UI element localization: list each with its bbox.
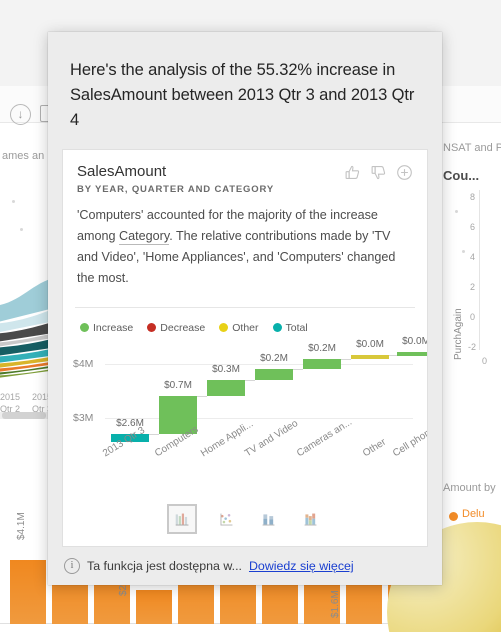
y-tick-3m: $3M <box>73 411 94 424</box>
waterfall-chart-icon[interactable] <box>167 504 197 534</box>
thumbs-up-icon[interactable] <box>344 164 361 181</box>
card-body-text: 'Computers' accounted for the majority o… <box>63 195 427 289</box>
legend-swatch-total <box>272 323 282 333</box>
bar-home-appliances[interactable] <box>207 379 245 396</box>
bg-label-purchagain: PurchAgain <box>453 308 464 360</box>
legend-label-decrease: Decrease <box>160 321 206 334</box>
insight-card: SalesAmount BY YEAR, QUARTER AND CATEGOR… <box>62 149 428 547</box>
scatter-chart-icon[interactable] <box>213 506 239 532</box>
card-title-group: SalesAmount BY YEAR, QUARTER AND CATEGOR… <box>77 162 344 195</box>
bg-ytick-8: 8 <box>470 192 476 202</box>
visual-type-switcher <box>63 500 427 546</box>
bg-ytick-neg2: -2 <box>468 342 477 352</box>
bg-ytick-2: 2 <box>470 282 476 292</box>
bar-cell-phones[interactable] <box>397 351 427 356</box>
x-label-cameras-and: Cameras an... <box>295 416 355 460</box>
bar-tv-and-video[interactable] <box>255 368 293 380</box>
bar-label-cameras-and: $0.2M <box>308 342 336 354</box>
stacked-area-chart-icon[interactable] <box>297 506 323 532</box>
bg-label-deluxe: Delu <box>462 508 485 520</box>
bar-label-cell-phones: $0.0M <box>402 335 428 347</box>
bar-label-other: $0.0M <box>356 338 384 350</box>
card-actions <box>344 162 413 181</box>
column-chart-icon[interactable] <box>255 506 281 532</box>
bg-ytick-4: 4 <box>470 252 476 262</box>
waterfall-chart: $4M $3M $2.6M $0.7M $0.3M $0.2M $0.2M $0… <box>73 336 427 500</box>
bg-label-names: ames an <box>2 150 45 162</box>
legend-item-increase[interactable]: Increase <box>80 322 133 334</box>
x-label-cell-phones: Cell phones <box>391 421 428 460</box>
legend-item-decrease[interactable]: Decrease <box>147 322 205 334</box>
legend-label-total: Total <box>285 321 308 334</box>
bar-label-home-appliances: $0.3M <box>212 363 240 375</box>
bg-ytick-6: 6 <box>470 222 476 232</box>
bg-rotated-value-label: $4.1M <box>16 512 27 540</box>
dialog-footer: i Ta funkcja jest dostępna w... Dowiedz … <box>48 547 442 585</box>
bg-scrollbar-thumb[interactable] <box>2 412 46 419</box>
bg-label-nsat: NSAT and P <box>443 142 501 154</box>
bg-xtick-0: 0 <box>482 356 488 366</box>
legend-item-total[interactable]: Total <box>272 321 308 334</box>
field-link-category[interactable]: Category <box>119 229 170 245</box>
legend-label-other: Other <box>232 321 259 334</box>
card-subtitle: BY YEAR, QUARTER AND CATEGORY <box>77 184 275 195</box>
legend-label-increase: Increase <box>93 321 134 334</box>
info-icon: i <box>64 558 80 574</box>
download-icon[interactable]: ↓ <box>10 104 31 125</box>
legend-item-other[interactable]: Other <box>219 321 259 334</box>
x-label-other: Other <box>361 436 389 460</box>
y-tick-4m: $4M <box>73 357 94 370</box>
bg-bar-label-16m: $1.6M <box>330 590 341 618</box>
thumbs-down-icon[interactable] <box>370 164 387 181</box>
card-title: SalesAmount <box>77 163 167 180</box>
bg-label-count: Cou... <box>443 168 480 183</box>
bar-label-tv-and-video: $0.2M <box>260 352 288 364</box>
legend-swatch-other <box>219 323 229 333</box>
insight-dialog: Here's the analysis of the 55.32% increa… <box>48 32 442 585</box>
bar-label-computers: $0.7M <box>164 379 192 391</box>
footer-message: Ta funkcja jest dostępna w... <box>87 559 242 573</box>
learn-more-link[interactable]: Dowiedz się więcej <box>249 559 354 573</box>
insight-headline: Here's the analysis of the 55.32% increa… <box>70 61 415 129</box>
plus-circle-icon[interactable] <box>396 164 413 181</box>
bg-legend-dot-deluxe <box>449 512 458 521</box>
card-header: SalesAmount BY YEAR, QUARTER AND CATEGOR… <box>63 150 427 195</box>
bar-other[interactable] <box>351 354 389 359</box>
bg-label-amountby: Amount by <box>443 482 496 494</box>
chart-legend: Increase Decrease Other Total <box>63 308 427 334</box>
legend-swatch-increase <box>80 323 89 333</box>
legend-swatch-decrease <box>147 323 157 333</box>
bg-bar-label-2: $2 <box>118 584 129 596</box>
bar-cameras-and[interactable] <box>303 358 341 369</box>
bg-ytick-0: 0 <box>470 312 476 322</box>
bg-axis-label-2015a: 2015 <box>0 392 21 402</box>
x-label-2013-qtr-3: 2013 Qtr 3 <box>101 424 147 460</box>
